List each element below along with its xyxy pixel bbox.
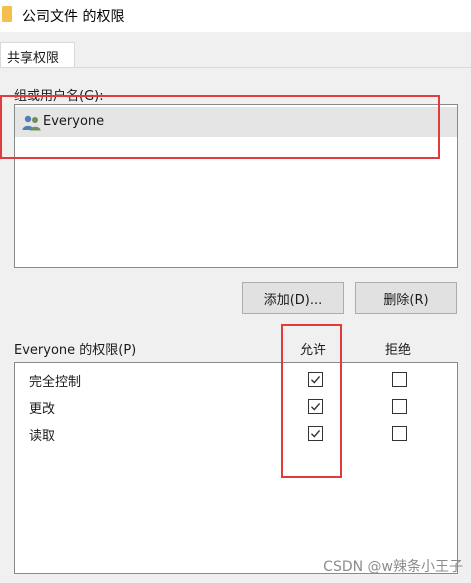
folder-icon [2,6,12,22]
deny-checkbox-read[interactable] [392,426,407,441]
permission-row: 完全控制 [15,367,457,394]
tab-label: 共享权限 [7,51,60,66]
permissions-dialog: 公司文件 的权限 共享权限 组或用户名(G): Everyone 添加(D)..… [0,0,471,583]
title-bar: 公司文件 的权限 [0,0,471,32]
allow-column-header: 允许 [300,343,327,358]
allow-checkbox-change[interactable] [308,399,323,414]
deny-checkbox-change[interactable] [392,399,407,414]
remove-button[interactable]: 删除(R) [355,282,457,314]
check-icon [311,402,321,411]
check-icon [311,429,321,438]
deny-checkbox-full-control[interactable] [392,372,407,387]
list-item-everyone[interactable]: Everyone [15,107,457,137]
tab-share-permissions[interactable]: 共享权限 [0,42,75,68]
tab-strip: 共享权限 [0,32,471,68]
users-icon [22,115,41,131]
watermark: CSDN @w辣条小王子 [323,559,463,575]
add-button[interactable]: 添加(D)... [242,282,344,314]
group-user-list[interactable]: Everyone [14,104,458,268]
deny-column-header: 拒绝 [385,343,412,358]
permission-row: 读取 [15,421,457,448]
permission-name: 更改 [29,402,56,417]
permission-row: 更改 [15,394,457,421]
permissions-label: Everyone 的权限(P) [14,343,137,358]
permission-name: 读取 [29,429,56,444]
permissions-list: 完全控制 更改 读取 [14,362,458,574]
check-icon [311,375,321,384]
list-item-label: Everyone [43,114,105,129]
allow-checkbox-read[interactable] [308,426,323,441]
allow-checkbox-full-control[interactable] [308,372,323,387]
permission-name: 完全控制 [29,375,82,390]
window-title: 公司文件 的权限 [22,9,125,25]
groups-label: 组或用户名(G): [14,89,104,104]
